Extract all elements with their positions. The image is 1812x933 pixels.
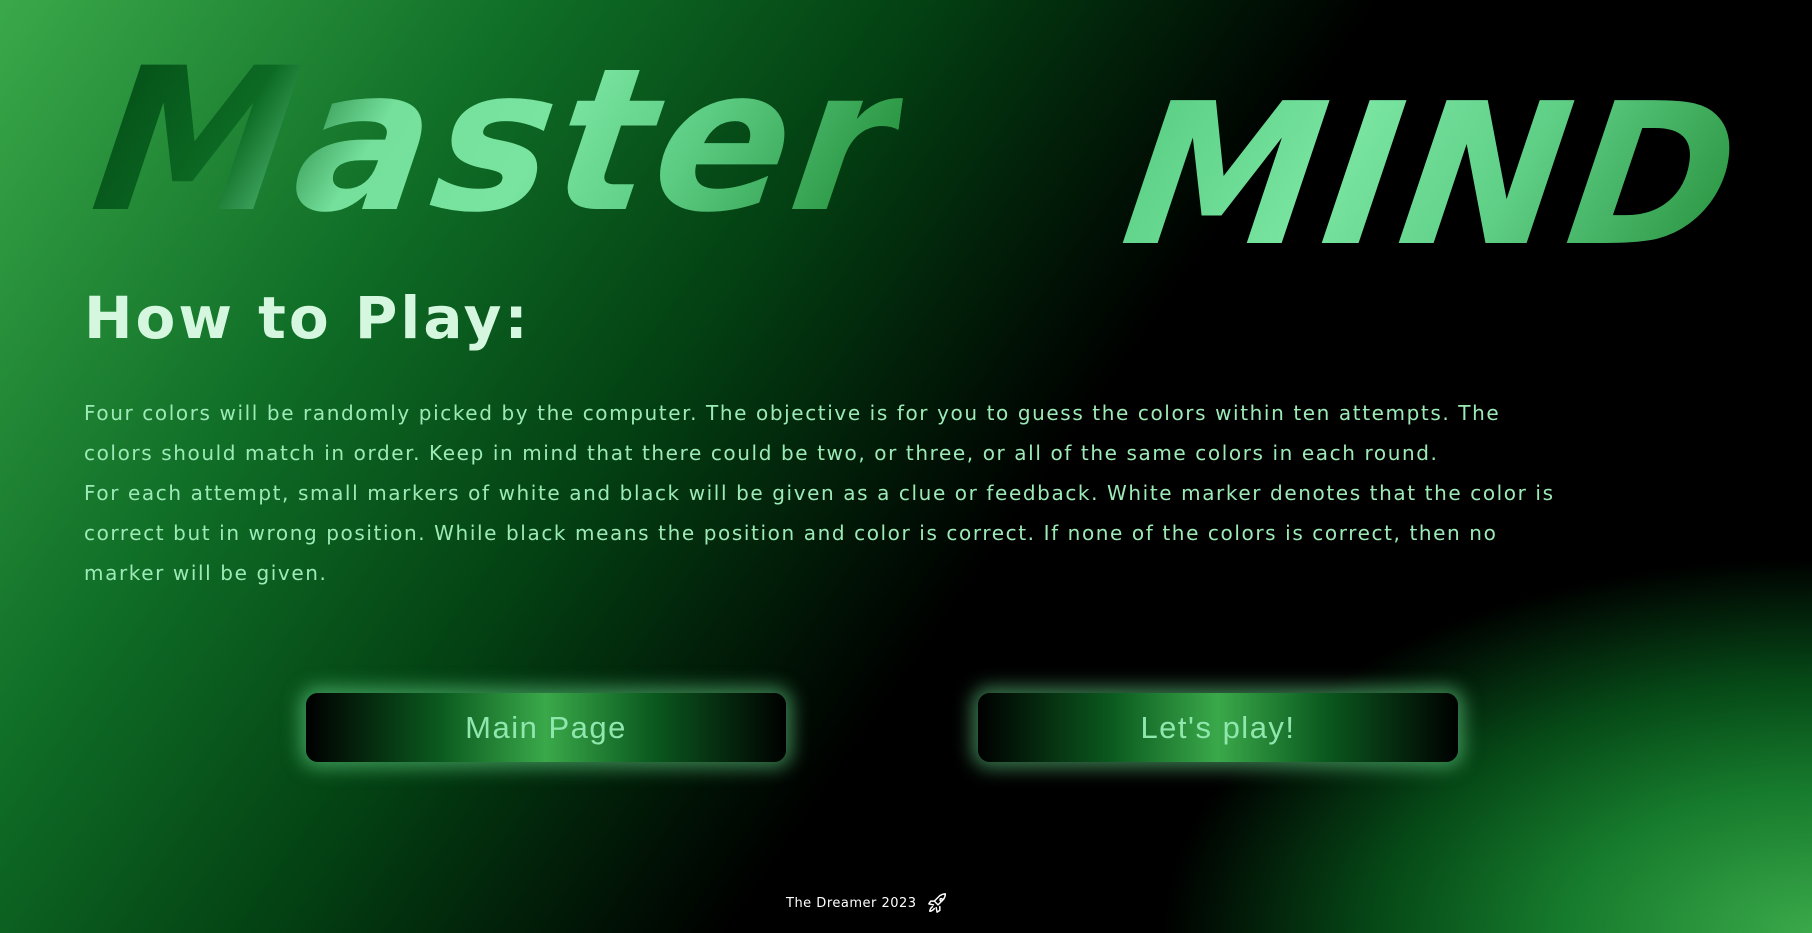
rocket-icon [927,892,949,914]
title-mind: MIND [1111,62,1755,290]
instructions-paragraph-2: For each attempt, small markers of white… [84,481,1555,585]
instructions: Four colors will be randomly picked by t… [84,393,1564,593]
footer-credit: The Dreamer 2023 [786,895,917,911]
main-page-button[interactable]: Main Page [306,693,786,762]
title-master: Master [81,25,914,256]
footer: The Dreamer 2023 [786,892,949,914]
how-to-play-heading: How to Play: [84,284,531,352]
lets-play-button[interactable]: Let's play! [978,693,1458,762]
instructions-paragraph-1: Four colors will be randomly picked by t… [84,401,1501,465]
